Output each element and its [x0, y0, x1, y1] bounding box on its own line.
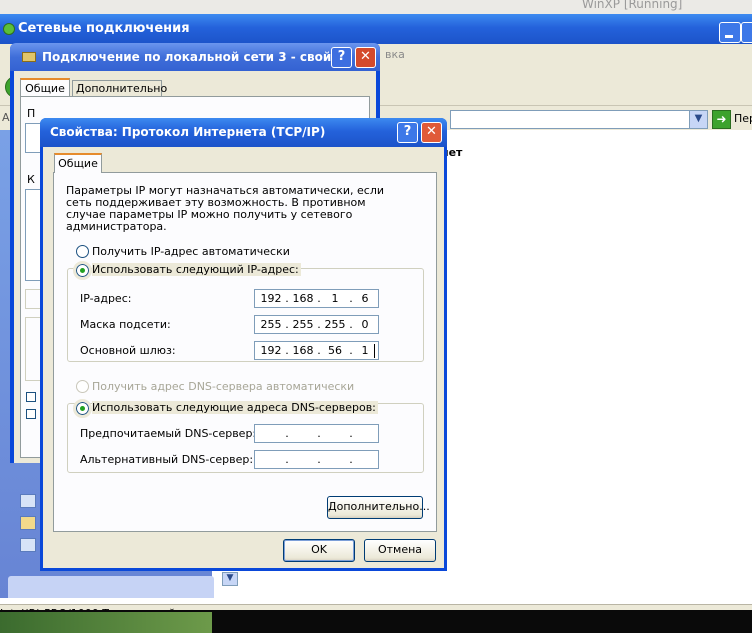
- lan-dialog-title: Подключение по локальной сети 3 - свойс.…: [42, 50, 353, 64]
- checkbox[interactable]: [26, 392, 36, 402]
- octet: 168: [292, 292, 314, 305]
- task-pane-group-header[interactable]: [8, 576, 214, 598]
- lan-dialog-titlebar: Подключение по локальной сети 3 - свойс.…: [10, 43, 380, 71]
- octet: 1: [331, 292, 339, 305]
- alternate-dns-field[interactable]: . . .: [254, 450, 379, 469]
- tab-advanced[interactable]: Дополнительно: [72, 80, 167, 97]
- start-button[interactable]: [0, 612, 212, 633]
- explorer-titlebar: Сетевые подключения: [0, 14, 752, 44]
- gateway-field[interactable]: 192 . 168 . 56 . 1: [254, 341, 379, 360]
- radio-ip-auto[interactable]: [76, 245, 89, 258]
- network-icon: [3, 23, 15, 35]
- network-connection-icon: [22, 52, 36, 62]
- octet: 255: [260, 318, 282, 331]
- network-place-icon[interactable]: [20, 538, 36, 552]
- radio-dns-auto[interactable]: [76, 380, 89, 393]
- text-caret: [374, 344, 375, 358]
- advanced-button[interactable]: Дополнительно...: [327, 496, 430, 519]
- octet: 192: [260, 292, 282, 305]
- subnet-mask-label: Маска подсети:: [80, 318, 171, 331]
- close-button[interactable]: ✕: [355, 47, 376, 68]
- octet-dot: .: [349, 427, 353, 440]
- radio-dns-auto-label[interactable]: Получить адрес DNS-сервера автоматически: [92, 380, 354, 393]
- host-window-title: WinXP [Running]: [582, 0, 683, 11]
- tab-general[interactable]: Общие: [54, 153, 102, 173]
- radio-ip-auto-label[interactable]: Получить IP-адрес автоматически: [92, 245, 290, 258]
- help-button[interactable]: ?: [331, 47, 352, 68]
- octet: 192: [260, 344, 282, 357]
- octet: 0: [361, 318, 369, 331]
- cancel-button[interactable]: Отмена: [364, 539, 436, 562]
- lan-label-fragment: П: [27, 107, 36, 120]
- radio-ip-manual[interactable]: [73, 261, 92, 280]
- go-button-label[interactable]: Пер: [734, 112, 752, 125]
- printer-icon[interactable]: [20, 516, 36, 530]
- octet: 6: [361, 292, 369, 305]
- ip-address-label: IP-адрес:: [80, 292, 132, 305]
- computer-icon[interactable]: [20, 494, 36, 508]
- gateway-label: Основной шлюз:: [80, 344, 176, 357]
- octet: 255: [292, 318, 314, 331]
- maximize-button[interactable]: [741, 22, 752, 43]
- octet-dot: .: [285, 453, 289, 466]
- tcpip-dialog-body: Общие Параметры IP могут назначаться авт…: [43, 147, 444, 568]
- ok-button[interactable]: OK: [283, 539, 355, 562]
- tab-general[interactable]: Общие: [20, 78, 70, 97]
- subnet-mask-field[interactable]: 255 . 255 . 255 . 0: [254, 315, 379, 334]
- description-text: Параметры IP могут назначаться автоматич…: [66, 184, 385, 233]
- lan-label-fragment-2: К: [27, 173, 35, 186]
- explorer-title: Сетевые подключения: [18, 21, 190, 36]
- help-button[interactable]: ?: [397, 122, 418, 143]
- go-arrow-icon[interactable]: ➜: [712, 110, 731, 129]
- radio-ip-manual-label[interactable]: Использовать следующий IP-адрес:: [92, 263, 301, 276]
- alternate-dns-label: Альтернативный DNS-сервер:: [80, 453, 254, 466]
- preferred-dns-label: Предпочитаемый DNS-сервер:: [80, 427, 257, 440]
- tcpip-dialog-title: Свойства: Протокол Интернета (TCP/IP): [50, 125, 326, 139]
- tcpip-dialog-titlebar: Свойства: Протокол Интернета (TCP/IP) ? …: [40, 118, 447, 147]
- octet: 56: [328, 344, 342, 357]
- octet: 168: [292, 344, 314, 357]
- address-input[interactable]: [450, 110, 708, 129]
- tcpip-properties-dialog: Свойства: Протокол Интернета (TCP/IP) ? …: [40, 118, 447, 571]
- close-button[interactable]: ✕: [421, 122, 442, 143]
- task-pane-icons: [20, 494, 42, 564]
- minimize-button[interactable]: [719, 22, 741, 43]
- chevron-down-icon[interactable]: ▼: [689, 110, 708, 129]
- radio-dns-manual-label[interactable]: Использовать следующие адреса DNS-сервер…: [92, 401, 378, 414]
- octet: 255: [324, 318, 346, 331]
- scroll-down-icon[interactable]: ▼: [222, 572, 238, 586]
- octet-dot: .: [349, 453, 353, 466]
- octet-dot: .: [317, 427, 321, 440]
- radio-dns-manual[interactable]: [73, 399, 92, 418]
- menu-item-fragment[interactable]: вка: [385, 48, 405, 61]
- ip-address-field[interactable]: 192 . 168 . 1 . 6: [254, 289, 379, 308]
- octet-dot: .: [317, 453, 321, 466]
- octet-dot: .: [285, 427, 289, 440]
- checkbox[interactable]: [26, 409, 36, 419]
- preferred-dns-field[interactable]: . . .: [254, 424, 379, 443]
